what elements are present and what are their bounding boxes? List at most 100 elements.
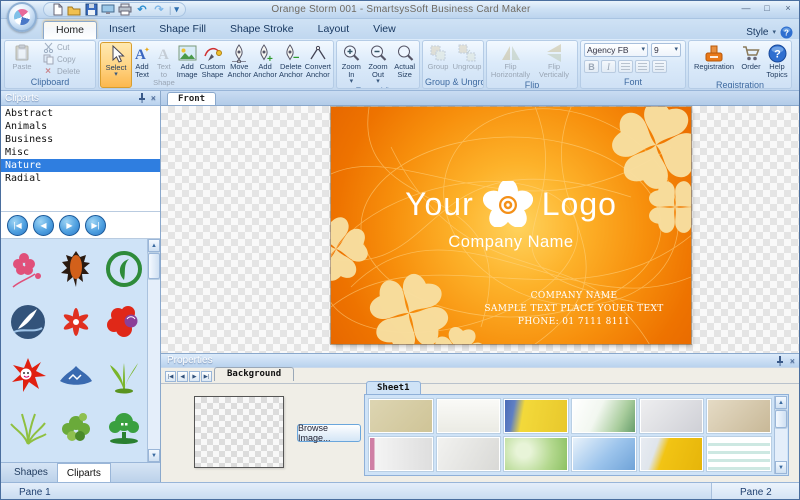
customize-toolbar-icon[interactable]: ▾ — [174, 4, 179, 15]
pin-icon[interactable] — [776, 356, 784, 366]
delete-anchor-button[interactable]: − Delete Anchor — [278, 42, 304, 88]
style-menu[interactable]: Style ▾ ? — [746, 26, 800, 39]
select-tool-button[interactable]: Select ▾ — [100, 42, 132, 88]
open-folder-icon[interactable] — [67, 3, 81, 16]
clipart-flower-face[interactable] — [102, 298, 145, 346]
last-tab-button[interactable]: ▶| — [201, 371, 212, 382]
align-right-button[interactable] — [652, 60, 667, 73]
flip-horizontally-button[interactable]: Flip Horizontally — [488, 42, 533, 80]
sheet-thumbnail-swirl-gray[interactable] — [437, 437, 501, 471]
close-button[interactable]: × — [781, 3, 795, 13]
business-card[interactable]: Your Logo Company Name COMPANY NAME SAMP… — [331, 107, 691, 344]
tab-insert[interactable]: Insert — [97, 21, 147, 39]
category-abstract[interactable]: Abstract — [1, 107, 160, 120]
close-panel-icon[interactable]: × — [151, 93, 156, 103]
add-anchor-button[interactable]: + Add Anchor — [252, 42, 278, 88]
help-icon[interactable]: ? — [780, 26, 793, 39]
redo-icon[interactable]: ↷ — [152, 3, 166, 16]
print-icon[interactable] — [118, 3, 132, 16]
sheet-thumbnail-lines-teal[interactable] — [707, 437, 771, 471]
sheet-thumbnail-coins-beige[interactable] — [707, 399, 771, 433]
copy-button[interactable]: Copy — [40, 54, 82, 65]
clipart-blue-pond[interactable] — [55, 351, 98, 399]
clipart-autumn-leaf[interactable] — [55, 245, 98, 293]
clipart-seagrass[interactable] — [102, 351, 145, 399]
category-misc[interactable]: Misc — [1, 146, 160, 159]
sheet-thumbnail-porcelain-yellow[interactable] — [504, 399, 568, 433]
tab-shape-stroke[interactable]: Shape Stroke — [218, 21, 306, 39]
sheet-thumbnail-sketch-white[interactable] — [437, 399, 501, 433]
tab-shape-fill[interactable]: Shape Fill — [147, 21, 218, 39]
delete-button[interactable]: × Delete — [40, 66, 82, 77]
previous-page-button[interactable]: ◀ — [33, 215, 54, 236]
category-nature[interactable]: Nature — [1, 159, 160, 172]
save-icon[interactable] — [84, 3, 98, 16]
cut-button[interactable]: Cut — [40, 42, 82, 53]
background-tab[interactable]: Background — [214, 367, 294, 381]
sheet-thumbnail-plants-green[interactable] — [572, 399, 636, 433]
sheet-thumbnail-porcelain-blue[interactable] — [572, 437, 636, 471]
clipart-cherry-blossom[interactable] — [7, 245, 50, 293]
clipart-tree[interactable] — [102, 404, 145, 452]
scroll-down-icon[interactable]: ▼ — [148, 449, 160, 462]
clipart-sun-face[interactable] — [7, 351, 50, 399]
scroll-up-icon[interactable]: ▲ — [148, 239, 160, 252]
order-button[interactable]: Order — [738, 42, 764, 80]
tab-view[interactable]: View — [361, 21, 408, 39]
font-size-select[interactable]: 9 ▾ — [651, 43, 681, 57]
clipart-leaf-cluster[interactable] — [55, 404, 98, 452]
clipart-vine-circle[interactable] — [102, 245, 145, 293]
scroll-up-icon[interactable]: ▲ — [775, 396, 787, 409]
tab-layout[interactable]: Layout — [306, 21, 362, 39]
tab-home[interactable]: Home — [43, 21, 97, 39]
previous-tab-button[interactable]: ◀ — [177, 371, 188, 382]
custom-shape-button[interactable]: Custom Shape — [199, 42, 227, 88]
align-center-button[interactable] — [635, 60, 650, 73]
next-tab-button[interactable]: ▶ — [189, 371, 200, 382]
clipart-palm-grass[interactable] — [7, 404, 50, 452]
minimize-button[interactable]: — — [739, 3, 753, 13]
paste-button[interactable]: Paste — [6, 42, 38, 77]
registration-button[interactable]: Registration — [690, 42, 738, 80]
convert-anchor-button[interactable]: Convert Anchor — [304, 42, 332, 88]
help-topics-button[interactable]: ? Help Topics — [764, 42, 790, 80]
font-family-select[interactable]: Agency FB ▾ — [584, 43, 648, 57]
category-animals[interactable]: Animals — [1, 120, 160, 133]
last-page-button[interactable]: ▶| — [85, 215, 106, 236]
new-document-icon[interactable] — [50, 3, 64, 16]
card-company-name[interactable]: Company Name — [331, 233, 691, 252]
category-radial[interactable]: Radial — [1, 172, 160, 185]
move-anchor-button[interactable]: Move Anchor — [226, 42, 252, 88]
italic-button[interactable]: I — [601, 60, 616, 73]
sheet1-tab[interactable]: Sheet1 — [366, 381, 421, 394]
text-to-shape-button[interactable]: A Text to Shape — [152, 42, 176, 88]
add-image-button[interactable]: Add Image — [176, 42, 199, 88]
card-logo-row[interactable]: Your Logo — [331, 181, 691, 227]
pin-icon[interactable] — [138, 93, 146, 103]
ungroup-button[interactable]: Ungroup — [452, 42, 482, 77]
front-side-tab[interactable]: Front — [167, 92, 216, 105]
card-contact-info[interactable]: COMPANY NAME SAMPLE TEXT PLACE YOUER TEX… — [469, 290, 679, 329]
zoom-out-button[interactable]: Zoom Out ▾ — [365, 42, 392, 86]
next-page-button[interactable]: ▶ — [59, 215, 80, 236]
sheet-thumbnail-keyboard-gray[interactable] — [640, 399, 704, 433]
clipart-floral-star[interactable] — [55, 298, 98, 346]
align-left-button[interactable] — [618, 60, 633, 73]
scrollbar-thumb[interactable] — [775, 410, 787, 428]
gallery-scrollbar[interactable]: ▲ ▼ — [774, 396, 787, 474]
bold-button[interactable]: B — [584, 60, 599, 73]
scrollbar-thumb[interactable] — [148, 253, 160, 279]
add-text-button[interactable]: A✦ Add Text — [132, 42, 152, 88]
clipart-rice-field[interactable] — [55, 457, 98, 462]
flip-vertically-button[interactable]: Flip Vertically — [533, 42, 575, 80]
clipart-landscape-circle[interactable] — [7, 457, 50, 462]
undo-icon[interactable]: ↶ — [135, 3, 149, 16]
sheet-thumbnail-calc-yellow[interactable] — [640, 437, 704, 471]
zoom-in-button[interactable]: Zoom In ▾ — [338, 42, 365, 86]
group-button[interactable]: Group — [424, 42, 452, 77]
sheet-thumbnail-map-beige[interactable] — [369, 399, 433, 433]
tab-shapes[interactable]: Shapes — [5, 463, 57, 482]
maximize-button[interactable]: □ — [760, 3, 774, 13]
sheet-thumbnail-discs-green[interactable] — [504, 437, 568, 471]
browse-image-button[interactable]: Browse Image... — [297, 424, 361, 442]
